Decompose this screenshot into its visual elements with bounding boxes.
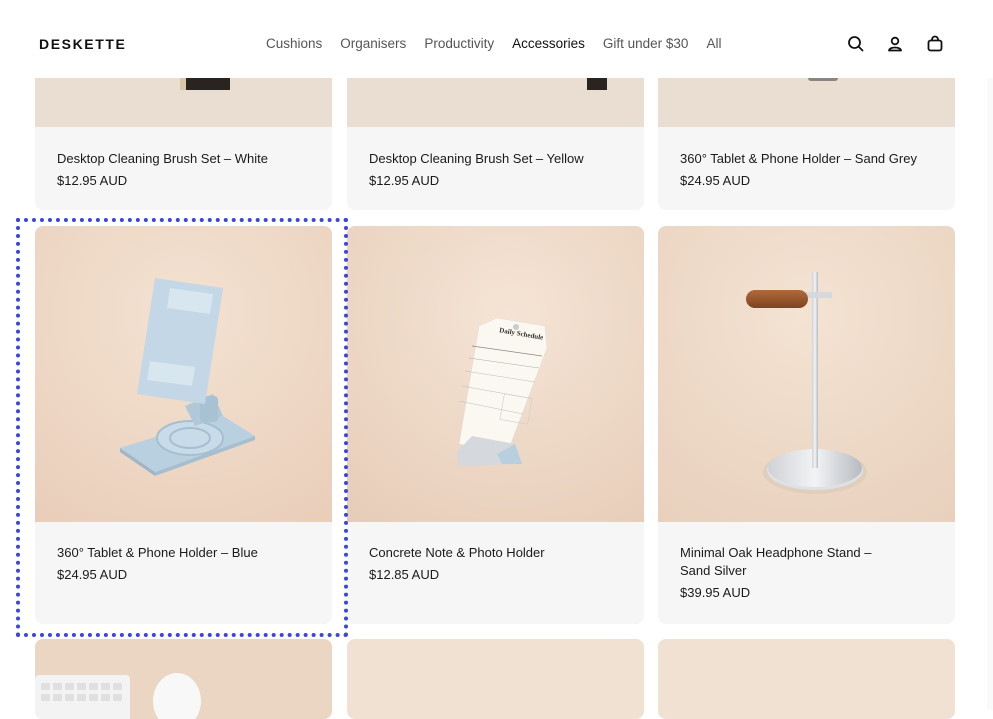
logo[interactable]: DESKETTE [39, 36, 126, 52]
nav-accessories[interactable]: Accessories [512, 36, 585, 51]
nav-productivity[interactable]: Productivity [424, 36, 494, 51]
product-card[interactable] [35, 639, 332, 719]
product-title[interactable]: 360° Tablet & Phone Holder – Blue [57, 544, 297, 562]
product-image[interactable] [658, 639, 955, 719]
cart-icon[interactable] [925, 34, 945, 54]
account-icon[interactable] [885, 34, 905, 54]
nav-cushions[interactable]: Cushions [266, 36, 322, 51]
product-image[interactable] [35, 226, 332, 522]
nav-organisers[interactable]: Organisers [340, 36, 406, 51]
product-card[interactable]: 360° Tablet & Phone Holder – Blue $24.95… [35, 226, 332, 624]
product-title-line2: Sand Silver [680, 563, 747, 578]
nav-all[interactable]: All [706, 36, 721, 51]
product-card[interactable] [658, 639, 955, 719]
product-card[interactable] [347, 639, 644, 719]
product-title[interactable]: Desktop Cleaning Brush Set – Yellow [369, 150, 609, 168]
page-scrollbar[interactable] [987, 0, 993, 710]
product-price: $24.95 AUD [57, 567, 128, 582]
product-price: $24.95 AUD [680, 173, 751, 188]
product-title[interactable]: Desktop Cleaning Brush Set – White [57, 150, 297, 168]
product-image[interactable] [658, 226, 955, 522]
product-price: $39.95 AUD [680, 585, 751, 600]
product-card[interactable]: Minimal Oak Headphone Stand – Sand Silve… [658, 226, 955, 624]
site-header: DESKETTE Cushions Organisers Productivit… [0, 0, 993, 78]
product-image[interactable]: Daily Schedule [347, 226, 644, 522]
product-image[interactable] [35, 639, 332, 719]
product-price: $12.95 AUD [57, 173, 128, 188]
search-icon[interactable] [846, 34, 866, 54]
product-price: $12.95 AUD [369, 173, 440, 188]
product-image[interactable] [347, 639, 644, 719]
nav-gift-under-30[interactable]: Gift under $30 [603, 36, 689, 51]
product-card[interactable]: Daily Schedule Concrete Note & Photo Hol… [347, 226, 644, 624]
main-nav: Cushions Organisers Productivity Accesso… [266, 36, 739, 51]
product-title-line1: Minimal Oak Headphone Stand – [680, 545, 872, 560]
product-title[interactable]: Minimal Oak Headphone Stand – Sand Silve… [680, 544, 920, 580]
product-price: $12.85 AUD [369, 567, 440, 582]
product-title[interactable]: Concrete Note & Photo Holder [369, 544, 609, 562]
product-title[interactable]: 360° Tablet & Phone Holder – Sand Grey [680, 150, 920, 168]
